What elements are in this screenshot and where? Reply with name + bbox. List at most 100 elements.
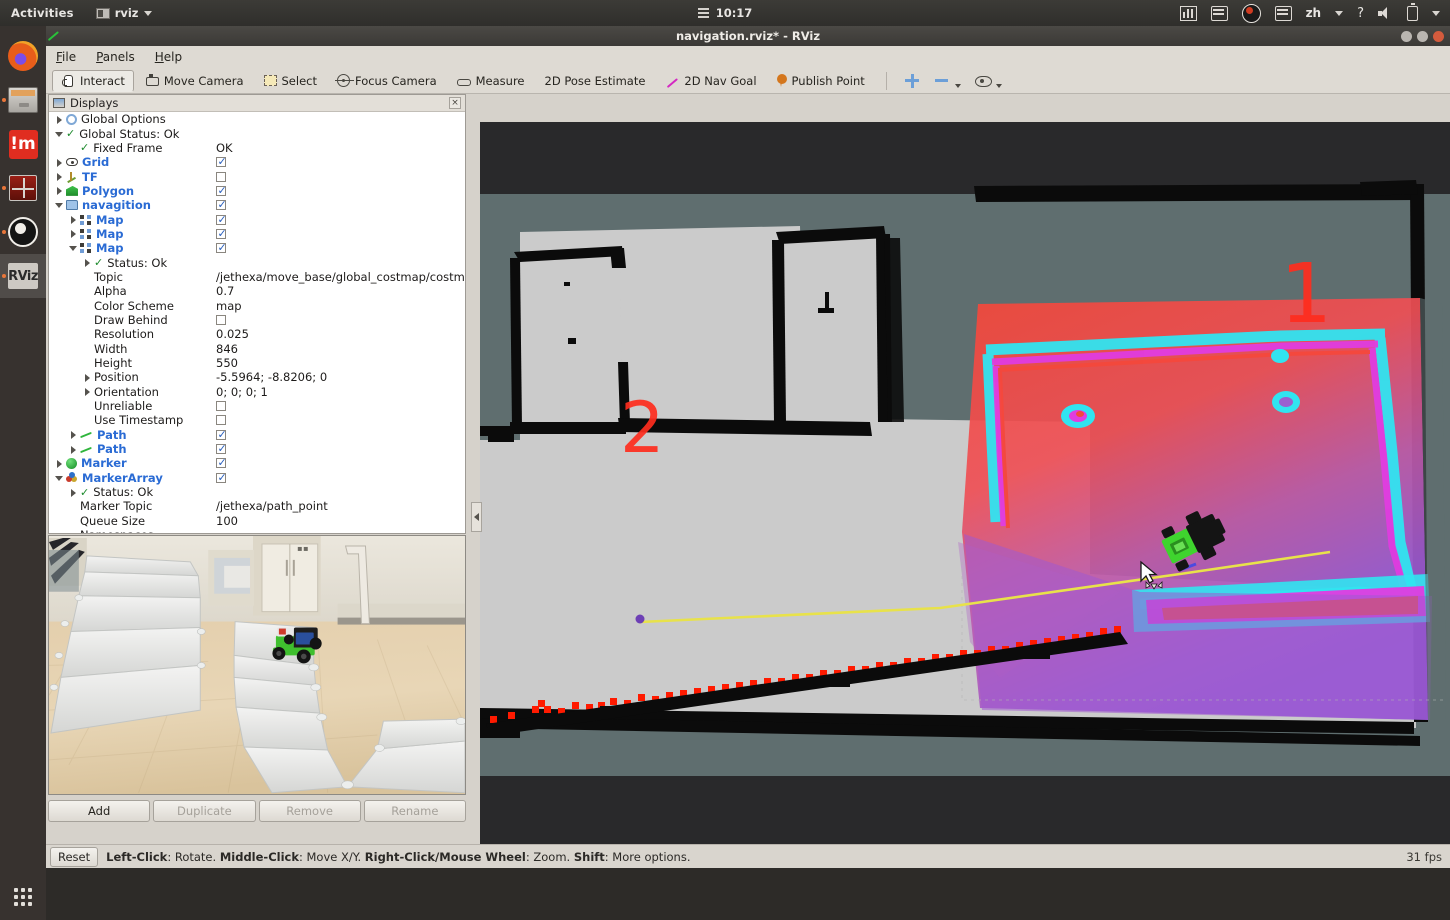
- tree-row[interactable]: Marker Topic/jethexa/path_point: [49, 499, 465, 513]
- expand-arrow-icon[interactable]: [69, 445, 78, 454]
- menu-item-file[interactable]: File: [56, 50, 76, 64]
- collapse-arrow-icon[interactable]: [69, 531, 78, 533]
- expand-arrow-icon[interactable]: [69, 229, 78, 239]
- help-icon[interactable]: ?: [1357, 6, 1364, 21]
- expand-arrow-icon[interactable]: [69, 488, 78, 497]
- tree-row[interactable]: Orientation 0; 0; 0; 1: [49, 385, 465, 399]
- tool-publish-point[interactable]: Publish Point: [768, 70, 874, 92]
- reset-button[interactable]: Reset: [50, 846, 99, 867]
- expand-arrow-icon[interactable]: [69, 430, 78, 440]
- tree-row[interactable]: ✓ Status: Ok: [49, 485, 465, 499]
- tree-row[interactable]: Path: [49, 442, 465, 456]
- tree-row[interactable]: Width 846: [49, 342, 465, 356]
- launcher-item-obs[interactable]: [0, 210, 46, 254]
- collapse-arrow-icon[interactable]: [55, 201, 64, 210]
- tree-row-checkbox[interactable]: [216, 227, 227, 240]
- clock-area[interactable]: 10:17: [645, 6, 805, 20]
- collapse-arrow-icon[interactable]: [55, 129, 64, 138]
- menu-item-help[interactable]: Help: [155, 50, 182, 64]
- launcher-item-im[interactable]: !m: [0, 122, 46, 166]
- tree-row-checkbox[interactable]: [216, 415, 226, 426]
- tree-row[interactable]: Map: [49, 241, 465, 255]
- minimize-button[interactable]: [1401, 30, 1412, 42]
- tree-row[interactable]: Map: [49, 212, 465, 227]
- expand-arrow-icon[interactable]: [83, 387, 92, 397]
- language-chevron-icon[interactable]: [1335, 10, 1344, 16]
- tree-row[interactable]: Global Options: [49, 112, 465, 126]
- collapse-arrow-icon[interactable]: [69, 244, 78, 253]
- tree-row[interactable]: ✓ Fixed Frame OK: [49, 141, 465, 155]
- tree-row-checkbox[interactable]: [216, 314, 226, 325]
- tree-row[interactable]: Map: [49, 227, 465, 241]
- tool-2d-pose-estimate[interactable]: 2D Pose Estimate: [536, 70, 655, 92]
- tree-row[interactable]: Resolution 0.025: [49, 327, 465, 341]
- tree-row-checkbox[interactable]: [216, 198, 227, 211]
- menu-item-panels[interactable]: Panels: [96, 50, 135, 64]
- tool-move-camera[interactable]: Move Camera: [136, 70, 253, 92]
- expand-arrow-icon[interactable]: [83, 258, 92, 268]
- maximize-button[interactable]: [1417, 30, 1428, 42]
- tree-row[interactable]: Draw Behind: [49, 313, 465, 327]
- tool-properties-button[interactable]: [969, 70, 1008, 91]
- displays-tree[interactable]: Global Options ✓ Global Status: Ok ✓ Fixed F…: [49, 112, 465, 533]
- tree-row[interactable]: ✓ Global Status: Ok: [49, 126, 465, 141]
- tool-select[interactable]: Select: [255, 70, 326, 92]
- close-button[interactable]: [1433, 30, 1444, 42]
- collapse-left-panel-handle[interactable]: [471, 502, 482, 532]
- activities-button[interactable]: Activities: [11, 6, 74, 20]
- expand-arrow-icon[interactable]: [83, 373, 92, 382]
- tree-row[interactable]: Position -5.5964; -8.8206; 0: [49, 370, 465, 384]
- add-button[interactable]: Add: [48, 800, 151, 822]
- rename-button[interactable]: Rename: [363, 800, 466, 822]
- tree-row[interactable]: Height 550: [49, 356, 465, 370]
- expand-arrow-icon[interactable]: [55, 115, 64, 124]
- tree-row[interactable]: ✓ Status: Ok: [49, 255, 465, 270]
- launcher-item-red-app[interactable]: [0, 166, 46, 210]
- expand-arrow-icon[interactable]: [69, 215, 78, 225]
- add-tool-button[interactable]: [899, 69, 926, 92]
- tool-2d-nav-goal[interactable]: 2D Nav Goal: [656, 70, 765, 92]
- collapse-arrow-icon[interactable]: [55, 473, 64, 482]
- tree-row[interactable]: MarkerArray: [49, 471, 465, 485]
- tree-row[interactable]: Use Timestamp: [49, 413, 465, 427]
- show-applications-button[interactable]: [0, 888, 46, 906]
- remove-button[interactable]: Remove: [258, 800, 361, 822]
- expand-arrow-icon[interactable]: [55, 186, 64, 196]
- tree-row-checkbox[interactable]: [216, 184, 227, 197]
- tool-interact[interactable]: Interact: [52, 69, 134, 92]
- tree-row-checkbox[interactable]: [216, 471, 227, 484]
- tree-row[interactable]: Topic/jethexa/move_base/global_costmap/c…: [49, 270, 465, 284]
- close-icon[interactable]: ×: [449, 97, 461, 109]
- expand-arrow-icon[interactable]: [55, 459, 64, 468]
- language-indicator[interactable]: zh: [1306, 6, 1322, 20]
- tree-row[interactable]: TF: [49, 169, 465, 184]
- launcher-item-files[interactable]: [0, 78, 46, 122]
- system-monitor-icon[interactable]: [1179, 5, 1197, 21]
- volume-icon[interactable]: [1378, 6, 1393, 20]
- tree-row[interactable]: Namespaces: [49, 528, 465, 533]
- tree-row[interactable]: Unreliable: [49, 399, 465, 413]
- tree-row[interactable]: Alpha 0.7: [49, 284, 465, 298]
- launcher-item-rviz[interactable]: RViz: [0, 254, 46, 298]
- tree-row-checkbox[interactable]: [216, 442, 227, 455]
- tree-row-checkbox[interactable]: [216, 241, 227, 254]
- tree-row[interactable]: Path: [49, 428, 465, 442]
- 3d-viewport[interactable]: 1 2: [480, 122, 1450, 844]
- tree-row-checkbox[interactable]: [216, 155, 227, 168]
- tree-row-checkbox[interactable]: [216, 428, 227, 441]
- app-menu-button[interactable]: rviz: [95, 6, 152, 20]
- tree-row[interactable]: Grid: [49, 155, 465, 169]
- tree-row[interactable]: Queue Size 100: [49, 514, 465, 528]
- tree-row[interactable]: Polygon: [49, 184, 465, 198]
- keyboard-icon[interactable]: [1210, 5, 1228, 21]
- remove-tool-button[interactable]: [928, 69, 967, 92]
- tree-row[interactable]: Color Scheme map: [49, 298, 465, 313]
- battery-icon[interactable]: [1407, 3, 1418, 21]
- tool-measure[interactable]: Measure: [448, 70, 534, 92]
- launcher-item-firefox[interactable]: [0, 34, 46, 78]
- tool-focus-camera[interactable]: Focus Camera: [328, 70, 446, 92]
- expand-arrow-icon[interactable]: [55, 172, 64, 182]
- tree-row-checkbox[interactable]: [216, 456, 227, 469]
- tree-row-checkbox[interactable]: [216, 171, 226, 182]
- tree-row[interactable]: navagition: [49, 198, 465, 212]
